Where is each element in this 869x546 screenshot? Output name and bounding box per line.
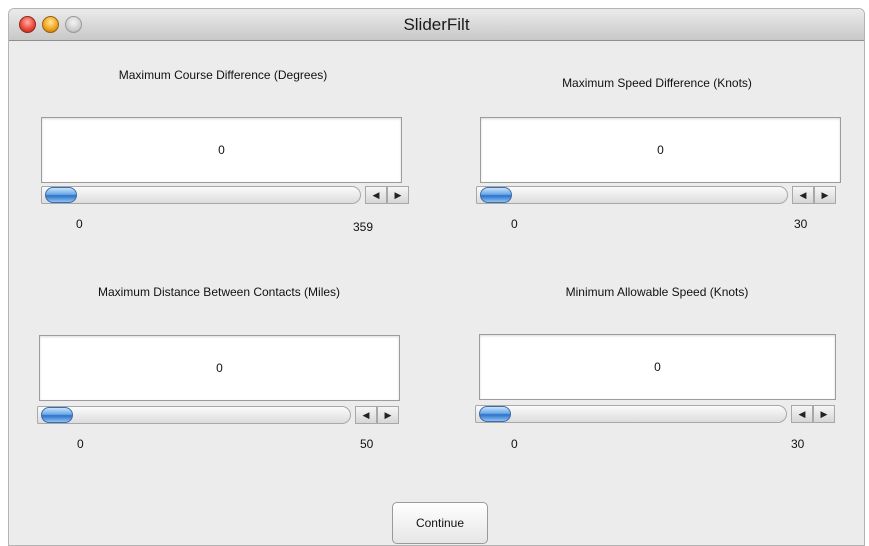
title-bar: SliderFilt xyxy=(9,9,864,41)
left-arrow-icon: ◀ xyxy=(362,409,370,420)
distance-between-contacts-max-label: 50 xyxy=(360,437,374,451)
right-arrow-icon: ▶ xyxy=(821,189,829,200)
minimum-allowable-speed-label: Minimum Allowable Speed (Knots) xyxy=(565,285,749,299)
distance-between-contacts-value: 0 xyxy=(216,361,223,375)
course-difference-label: Maximum Course Difference (Degrees) xyxy=(118,68,328,82)
decrement-button[interactable]: ◀ xyxy=(355,406,377,424)
course-difference-slider[interactable]: ◀ ▶ xyxy=(41,184,413,206)
minimum-allowable-speed-value: 0 xyxy=(654,360,661,374)
speed-difference-slider[interactable]: ◀ ▶ xyxy=(476,184,840,206)
minimum-allowable-speed-min-label: 0 xyxy=(511,437,518,451)
increment-button[interactable]: ▶ xyxy=(813,405,835,423)
slider-track[interactable] xyxy=(41,186,361,204)
minimum-allowable-speed-value-field[interactable]: 0 xyxy=(479,334,836,400)
increment-button[interactable]: ▶ xyxy=(377,406,399,424)
decrement-button[interactable]: ◀ xyxy=(791,405,813,423)
left-arrow-icon: ◀ xyxy=(372,189,380,200)
slider-thumb[interactable] xyxy=(480,187,512,203)
slider-track[interactable] xyxy=(476,186,788,204)
minimum-allowable-speed-slider[interactable]: ◀ ▶ xyxy=(475,403,839,425)
course-difference-min-label: 0 xyxy=(76,217,83,231)
distance-between-contacts-min-label: 0 xyxy=(77,437,84,451)
slider-track[interactable] xyxy=(475,405,787,423)
speed-difference-value: 0 xyxy=(657,143,664,157)
right-arrow-icon: ▶ xyxy=(394,189,402,200)
distance-between-contacts-slider[interactable]: ◀ ▶ xyxy=(37,404,403,426)
course-difference-value: 0 xyxy=(218,143,225,157)
slider-thumb[interactable] xyxy=(41,407,73,423)
speed-difference-label: Maximum Speed Difference (Knots) xyxy=(562,76,752,90)
speed-difference-max-label: 30 xyxy=(794,217,808,231)
distance-between-contacts-value-field[interactable]: 0 xyxy=(39,335,400,401)
right-arrow-icon: ▶ xyxy=(820,408,828,419)
course-difference-value-field[interactable]: 0 xyxy=(41,117,402,183)
distance-between-contacts-label: Maximum Distance Between Contacts (Miles… xyxy=(97,285,341,299)
window-title: SliderFilt xyxy=(403,15,470,34)
left-arrow-icon: ◀ xyxy=(798,408,806,419)
speed-difference-min-label: 0 xyxy=(511,217,518,231)
decrement-button[interactable]: ◀ xyxy=(365,186,387,204)
right-arrow-icon: ▶ xyxy=(384,409,392,420)
minimum-allowable-speed-max-label: 30 xyxy=(791,437,805,451)
course-difference-max-label: 359 xyxy=(353,220,374,234)
continue-button[interactable]: Continue xyxy=(392,502,488,544)
increment-button[interactable]: ▶ xyxy=(387,186,409,204)
slider-thumb[interactable] xyxy=(479,406,511,422)
decrement-button[interactable]: ◀ xyxy=(792,186,814,204)
sliderfilt-window: SliderFilt Maximum Course Difference (De… xyxy=(8,8,865,546)
left-arrow-icon: ◀ xyxy=(799,189,807,200)
speed-difference-value-field[interactable]: 0 xyxy=(480,117,841,183)
slider-thumb[interactable] xyxy=(45,187,77,203)
increment-button[interactable]: ▶ xyxy=(814,186,836,204)
slider-track[interactable] xyxy=(37,406,351,424)
